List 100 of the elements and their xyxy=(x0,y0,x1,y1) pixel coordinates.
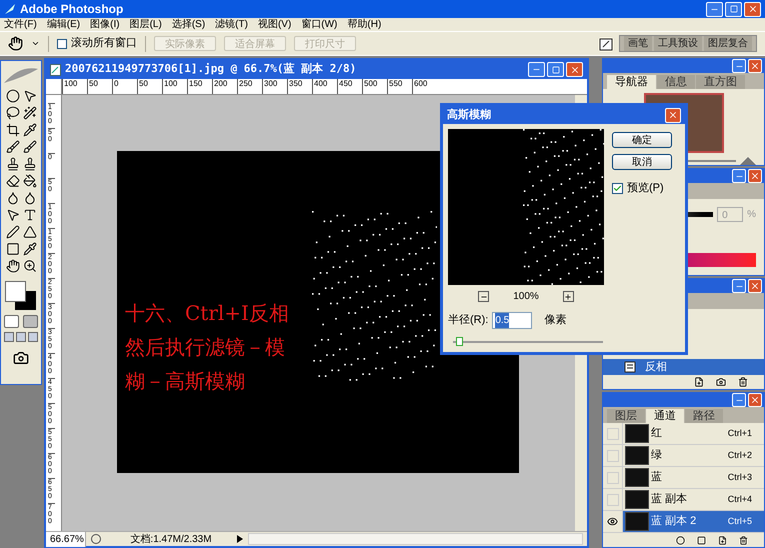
checkbox[interactable] xyxy=(612,182,623,194)
visibility-toggle[interactable] xyxy=(606,428,618,440)
channel-shortcut: Ctrl+4 xyxy=(728,492,753,506)
mask-icon[interactable] xyxy=(697,536,706,544)
crop-icon[interactable] xyxy=(6,123,20,137)
lasso-icon[interactable] xyxy=(6,106,20,120)
status-icon[interactable] xyxy=(90,533,102,545)
eraser-icon[interactable] xyxy=(6,174,20,188)
eyedropper-icon[interactable] xyxy=(22,123,36,137)
close-button[interactable] xyxy=(748,393,762,407)
close-button[interactable] xyxy=(744,2,761,16)
ruler-label: 100 xyxy=(162,79,187,94)
channel-name: 蓝 副本 xyxy=(651,492,688,508)
eye-icon[interactable] xyxy=(607,516,618,527)
palette-tab[interactable]: 图层复合 xyxy=(704,36,752,51)
panel-tab[interactable]: 路径 xyxy=(685,409,723,423)
panel-tab[interactable]: 图层 xyxy=(607,409,645,423)
menu-item[interactable]: 图层(L) xyxy=(130,18,162,30)
dialog-button[interactable]: 取消 xyxy=(612,154,672,170)
radius-field[interactable]: 0.5 xyxy=(492,312,532,329)
menu-item[interactable]: 文件(F) xyxy=(4,18,37,30)
brush-icon[interactable] xyxy=(22,140,36,154)
pointer-icon[interactable] xyxy=(6,208,20,222)
hand-icon[interactable] xyxy=(8,36,23,51)
minimize-button[interactable] xyxy=(732,169,746,183)
pen-icon[interactable] xyxy=(6,225,20,239)
channel-row[interactable]: 蓝 Ctrl+3 xyxy=(603,467,764,489)
hand-icon[interactable] xyxy=(6,259,20,273)
channel-row[interactable]: 蓝 副本 2 Ctrl+5 xyxy=(603,511,764,533)
drop-icon[interactable] xyxy=(6,191,20,205)
minimize-button[interactable] xyxy=(528,62,545,77)
close-icon xyxy=(750,395,760,405)
panel-tab[interactable]: 直方图 xyxy=(696,75,745,89)
history-row[interactable]: 反相 xyxy=(603,359,764,375)
triangle-icon[interactable] xyxy=(22,225,36,239)
checkbox[interactable] xyxy=(57,38,67,48)
arrow-icon[interactable] xyxy=(22,89,36,103)
triangle-icon[interactable] xyxy=(236,534,244,544)
panel-tab[interactable]: 导航器 xyxy=(607,75,656,89)
new-document-icon[interactable] xyxy=(694,377,704,387)
standard-mode-icon[interactable] xyxy=(4,315,19,328)
horizontal-scrollbar[interactable] xyxy=(248,533,583,545)
maximize-button[interactable] xyxy=(725,2,742,16)
visibility-toggle[interactable] xyxy=(606,472,618,484)
channel-thumbnail xyxy=(625,468,649,487)
menu-item[interactable]: 选择(S) xyxy=(172,18,206,30)
slider-thumb[interactable] xyxy=(456,337,463,346)
color-swatches-drawing[interactable] xyxy=(5,281,37,311)
minimize-button[interactable] xyxy=(732,393,746,407)
palette-tab[interactable]: 工具预设 xyxy=(654,36,702,51)
minimize-button[interactable] xyxy=(706,2,723,16)
minimize-button[interactable] xyxy=(732,279,746,293)
caret-icon[interactable] xyxy=(31,39,40,48)
snapshot-icon[interactable] xyxy=(716,377,726,387)
menu-item[interactable]: 图像(I) xyxy=(90,18,120,30)
palette-tab[interactable]: 画笔 xyxy=(624,36,652,51)
close-button[interactable] xyxy=(665,108,681,122)
visibility-toggle[interactable] xyxy=(606,494,618,506)
selection-icon[interactable] xyxy=(676,536,685,544)
palette-well-icon[interactable] xyxy=(599,36,615,52)
brush-icon[interactable] xyxy=(6,140,20,154)
bucket-icon[interactable] xyxy=(22,174,36,188)
close-icon xyxy=(570,64,580,74)
jump-to-icon[interactable] xyxy=(13,350,29,366)
trash-icon[interactable] xyxy=(739,536,748,544)
menu-item[interactable]: 编辑(E) xyxy=(46,18,80,30)
visibility-toggle[interactable] xyxy=(606,450,618,462)
ruler-label: 200 xyxy=(212,79,237,94)
dialog-button[interactable]: 确定 xyxy=(612,132,672,148)
zoom-icon[interactable] xyxy=(22,259,36,273)
panel-tab[interactable]: 通道 xyxy=(646,409,684,423)
close-button[interactable] xyxy=(748,279,762,293)
drop-icon[interactable] xyxy=(22,191,36,205)
menu-item[interactable]: 视图(V) xyxy=(258,18,292,30)
mask-mode-icon[interactable] xyxy=(23,315,38,328)
menu-item[interactable]: 窗口(W) xyxy=(301,18,338,30)
minimize-button[interactable] xyxy=(732,59,746,73)
trash-icon[interactable] xyxy=(738,377,748,387)
channel-shortcut: Ctrl+5 xyxy=(728,514,753,528)
channel-row[interactable]: 绿 Ctrl+2 xyxy=(603,445,764,467)
zoom-in-button[interactable] xyxy=(562,291,574,302)
menu-item[interactable]: 帮助(H) xyxy=(347,18,382,30)
square-icon[interactable] xyxy=(6,242,20,256)
menu-item[interactable]: 滤镜(T) xyxy=(215,18,248,30)
wand-icon[interactable] xyxy=(22,106,36,120)
close-button[interactable] xyxy=(748,169,762,183)
close-button[interactable] xyxy=(566,62,583,77)
channel-thumbnail xyxy=(625,490,649,509)
stamp-icon[interactable] xyxy=(22,157,36,171)
maximize-button[interactable] xyxy=(547,62,564,77)
type-icon[interactable] xyxy=(22,208,36,222)
channel-row[interactable]: 红 Ctrl+1 xyxy=(603,423,764,445)
mountain-icon[interactable] xyxy=(740,157,756,165)
close-button[interactable] xyxy=(748,59,762,73)
new-channel-icon[interactable] xyxy=(718,536,727,544)
panel-tab[interactable]: 信息 xyxy=(657,75,695,89)
zoom-out-button[interactable] xyxy=(478,291,490,302)
ellipse-icon[interactable] xyxy=(6,89,20,103)
stamp-icon[interactable] xyxy=(6,157,20,171)
eyedropper-icon[interactable] xyxy=(22,242,36,256)
